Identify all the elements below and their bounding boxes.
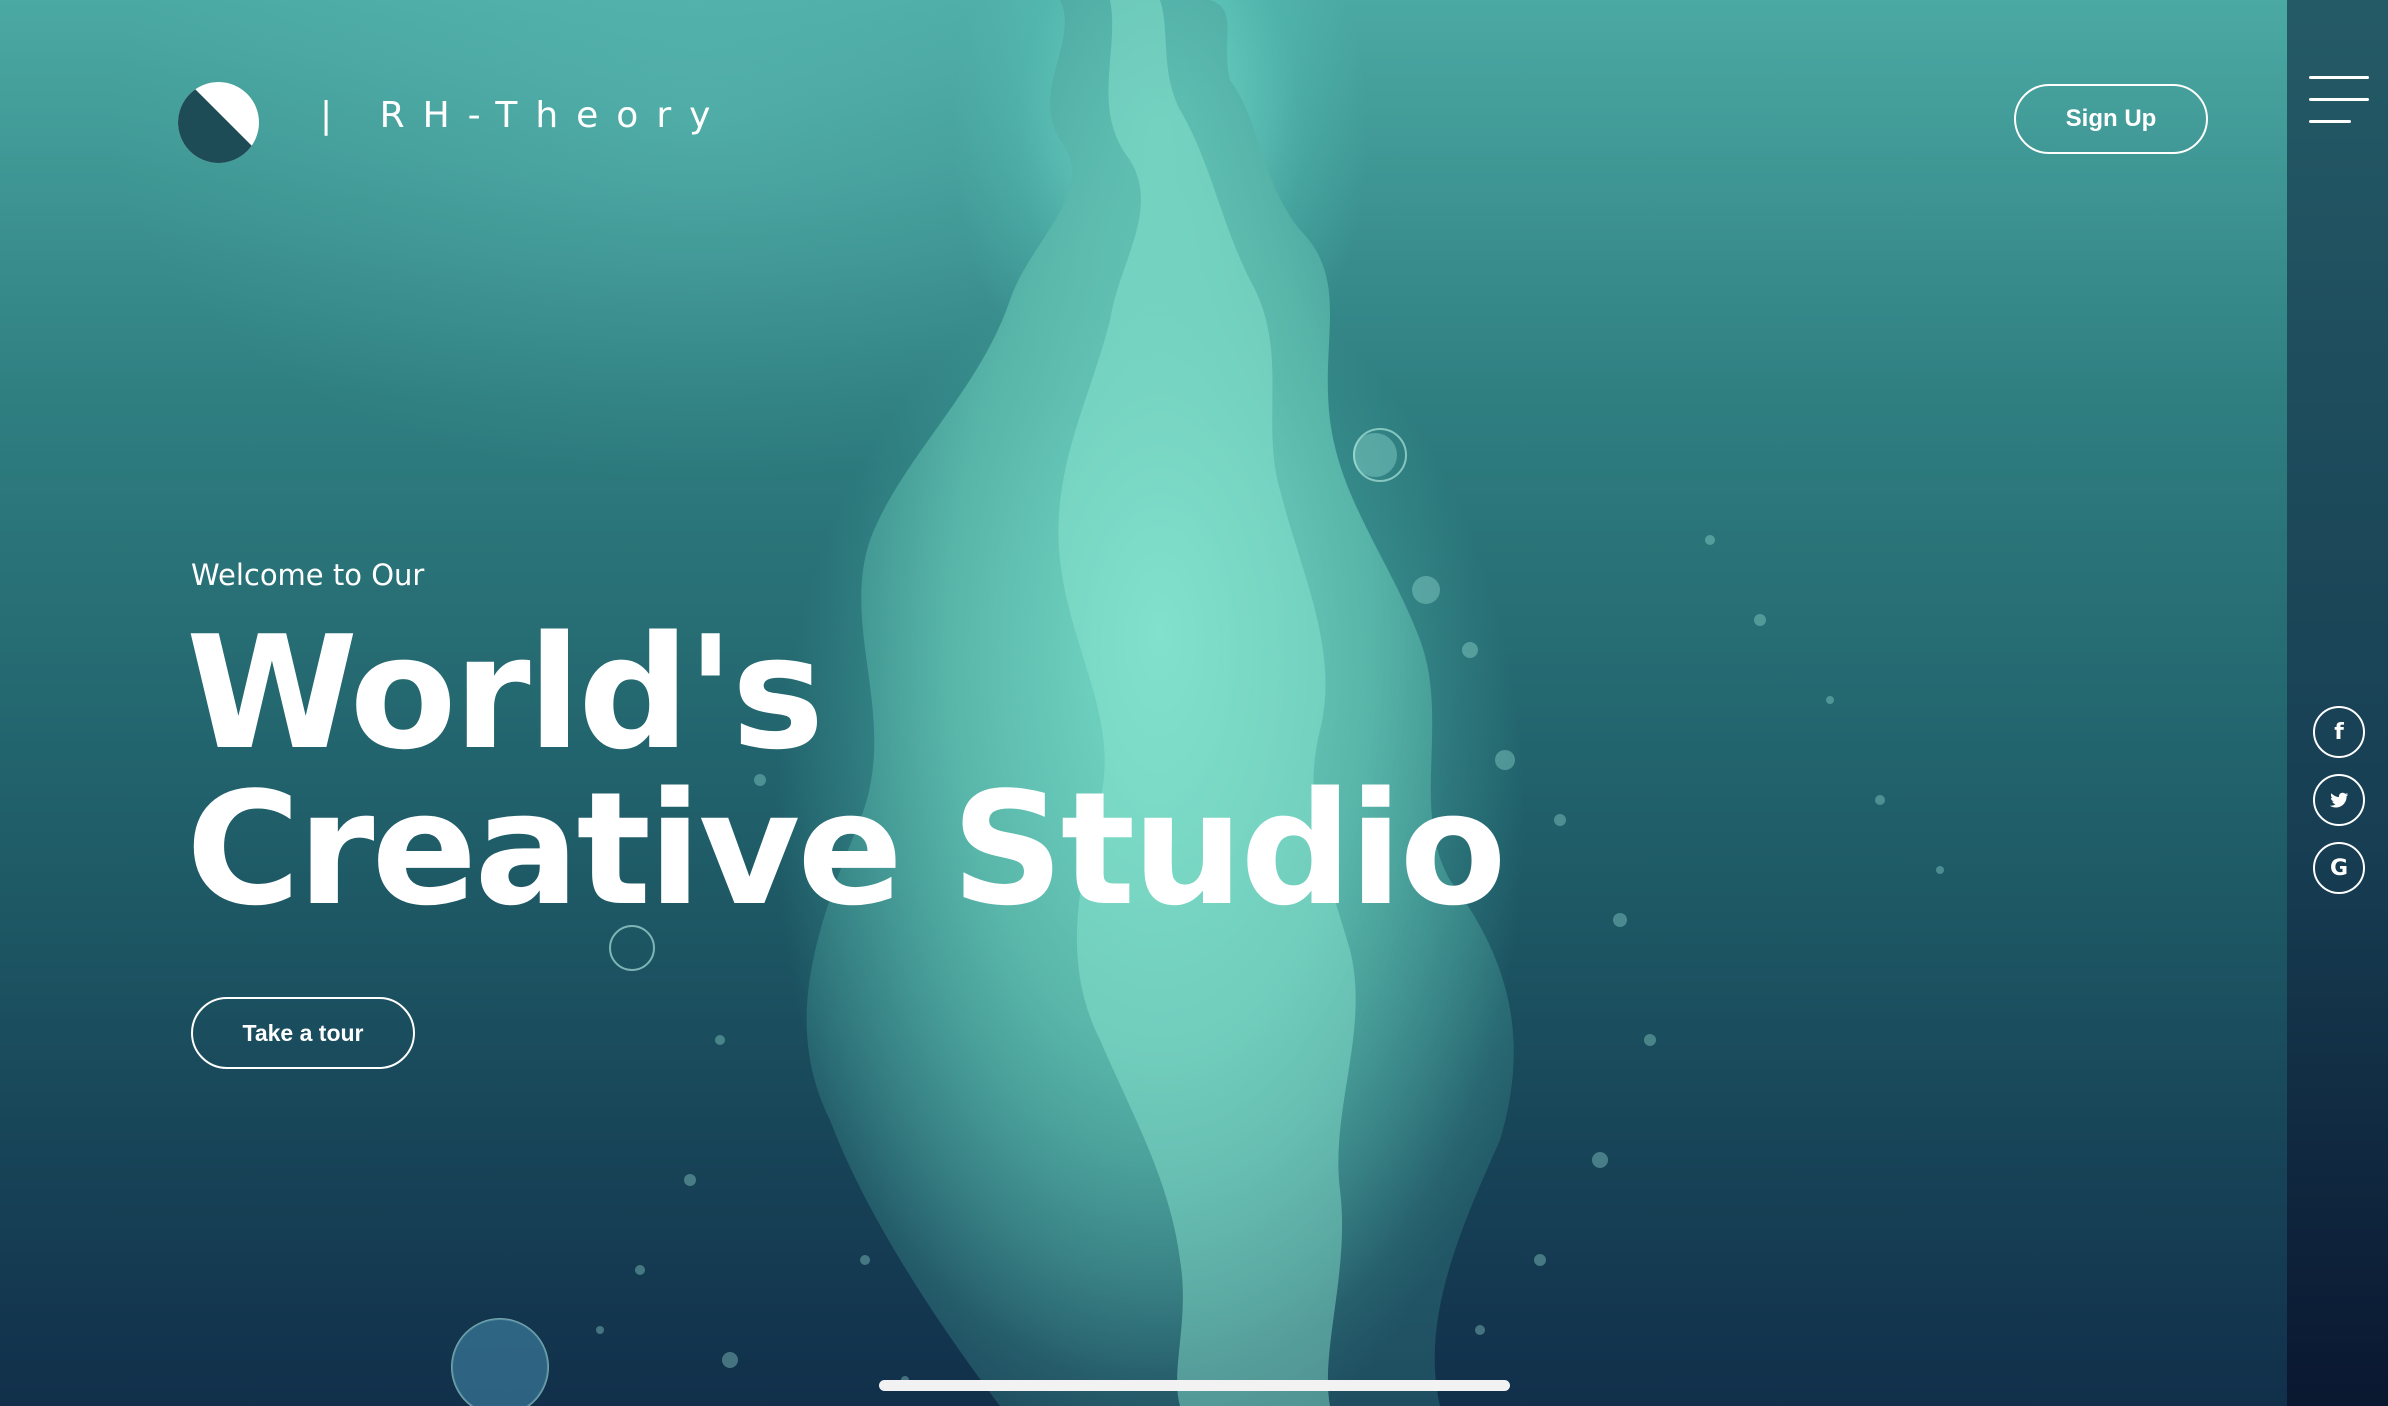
menu-line [2309, 120, 2351, 123]
half-circle-logo-icon[interactable] [178, 82, 259, 163]
facebook-glyph: f [2334, 719, 2344, 745]
take-a-tour-button[interactable]: Take a tour [191, 997, 415, 1069]
right-sidebar [2287, 0, 2388, 1406]
home-indicator-bar[interactable] [879, 1380, 1510, 1391]
hero-title-line-2: Creative Studio [186, 758, 1507, 940]
signup-button[interactable]: Sign Up [2014, 84, 2208, 154]
twitter-icon[interactable] [2313, 774, 2365, 826]
menu-line [2309, 98, 2369, 101]
google-glyph: G [2329, 855, 2349, 881]
hamburger-menu-icon[interactable] [2307, 76, 2369, 124]
hero-title: World's Creative Studio [186, 602, 1507, 940]
welcome-subtitle: Welcome to Our [191, 558, 425, 592]
twitter-bird-icon [2329, 792, 2349, 808]
facebook-icon[interactable]: f [2313, 706, 2365, 758]
hero-title-line-1: World's [186, 602, 824, 784]
google-icon[interactable]: G [2313, 842, 2365, 894]
landing-page: | RH-Theory Sign Up Welcome to Our World… [0, 0, 2388, 1406]
brand-name: | RH-Theory [320, 95, 729, 136]
menu-line [2309, 76, 2369, 79]
